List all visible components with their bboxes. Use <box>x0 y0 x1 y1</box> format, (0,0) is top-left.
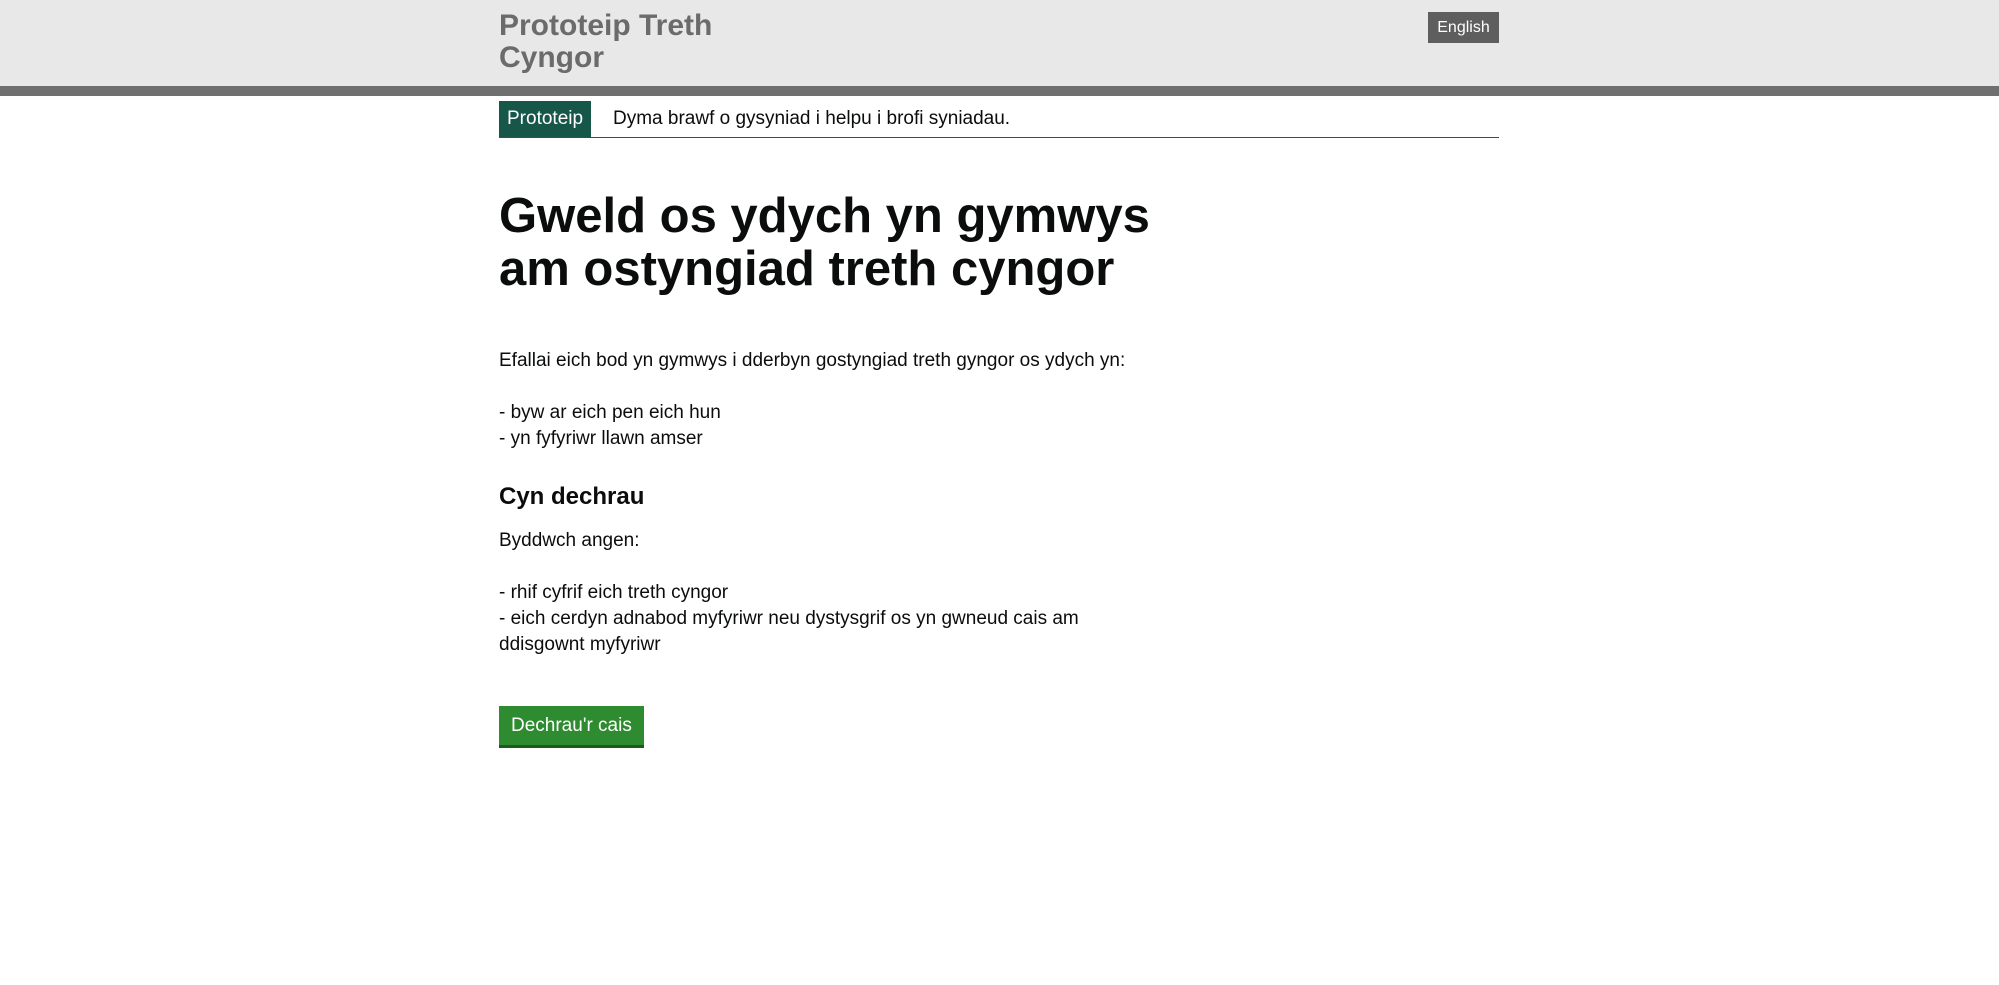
list-item: - yn fyfyriwr llawn amser <box>499 428 703 449</box>
list-item: - eich cerdyn adnabod myfyriwr neu dysty… <box>499 608 1079 655</box>
main-content: Gweld os ydych yn gymwys am ostyngiad tr… <box>499 190 1159 748</box>
list-item: - byw ar eich pen eich hun <box>499 402 721 423</box>
phase-banner-text: Dyma brawf o gysyniad i helpu i brofi sy… <box>613 108 1011 129</box>
language-toggle-button[interactable]: English <box>1428 12 1499 43</box>
phase-tag: Prototeip <box>499 101 592 137</box>
site-header: Prototeip Treth Cyngor English <box>0 0 1999 96</box>
needs-intro: Byddwch angen: <box>499 530 640 551</box>
page-title: Gweld os ydych yn gymwys am ostyngiad tr… <box>499 189 1150 296</box>
list-item: - rhif cyfrif eich treth cyngor <box>499 582 729 603</box>
start-button[interactable]: Dechrau'r cais <box>499 706 644 748</box>
phase-banner: Prototeip Dyma brawf o gysyniad i helpu … <box>499 101 1499 138</box>
section-title: Cyn dechrau <box>499 483 645 510</box>
eligibility-list: - byw ar eich pen eich hun - yn fyfyriwr… <box>499 400 1159 452</box>
intro-paragraph: Efallai eich bod yn gymwys i dderbyn gos… <box>499 350 1126 371</box>
service-name[interactable]: Prototeip Treth Cyngor <box>499 10 799 74</box>
needs-list: - rhif cyfrif eich treth cyngor - eich c… <box>499 580 1159 658</box>
